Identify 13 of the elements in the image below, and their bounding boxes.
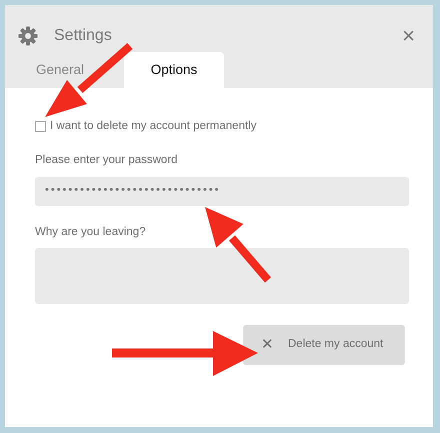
checkbox[interactable] xyxy=(35,121,46,132)
close-icon: ✕ xyxy=(261,334,274,356)
reason-label: Why are you leaving? xyxy=(35,224,147,240)
password-label: Please enter your password xyxy=(35,153,179,168)
settings-icon xyxy=(18,26,38,46)
close-button[interactable]: × xyxy=(402,24,415,46)
window-title: Settings xyxy=(54,26,112,46)
tab[interactable]: Options xyxy=(124,52,224,88)
checkbox-label: I want to delete my account permanently xyxy=(50,119,256,134)
delete-account-button[interactable]: ✕ Delete my account xyxy=(243,324,405,365)
reason-field[interactable] xyxy=(35,248,409,304)
password-field[interactable]: •••••••••••••••••••••••••••••• xyxy=(35,176,409,206)
tab[interactable]: General xyxy=(5,52,124,88)
